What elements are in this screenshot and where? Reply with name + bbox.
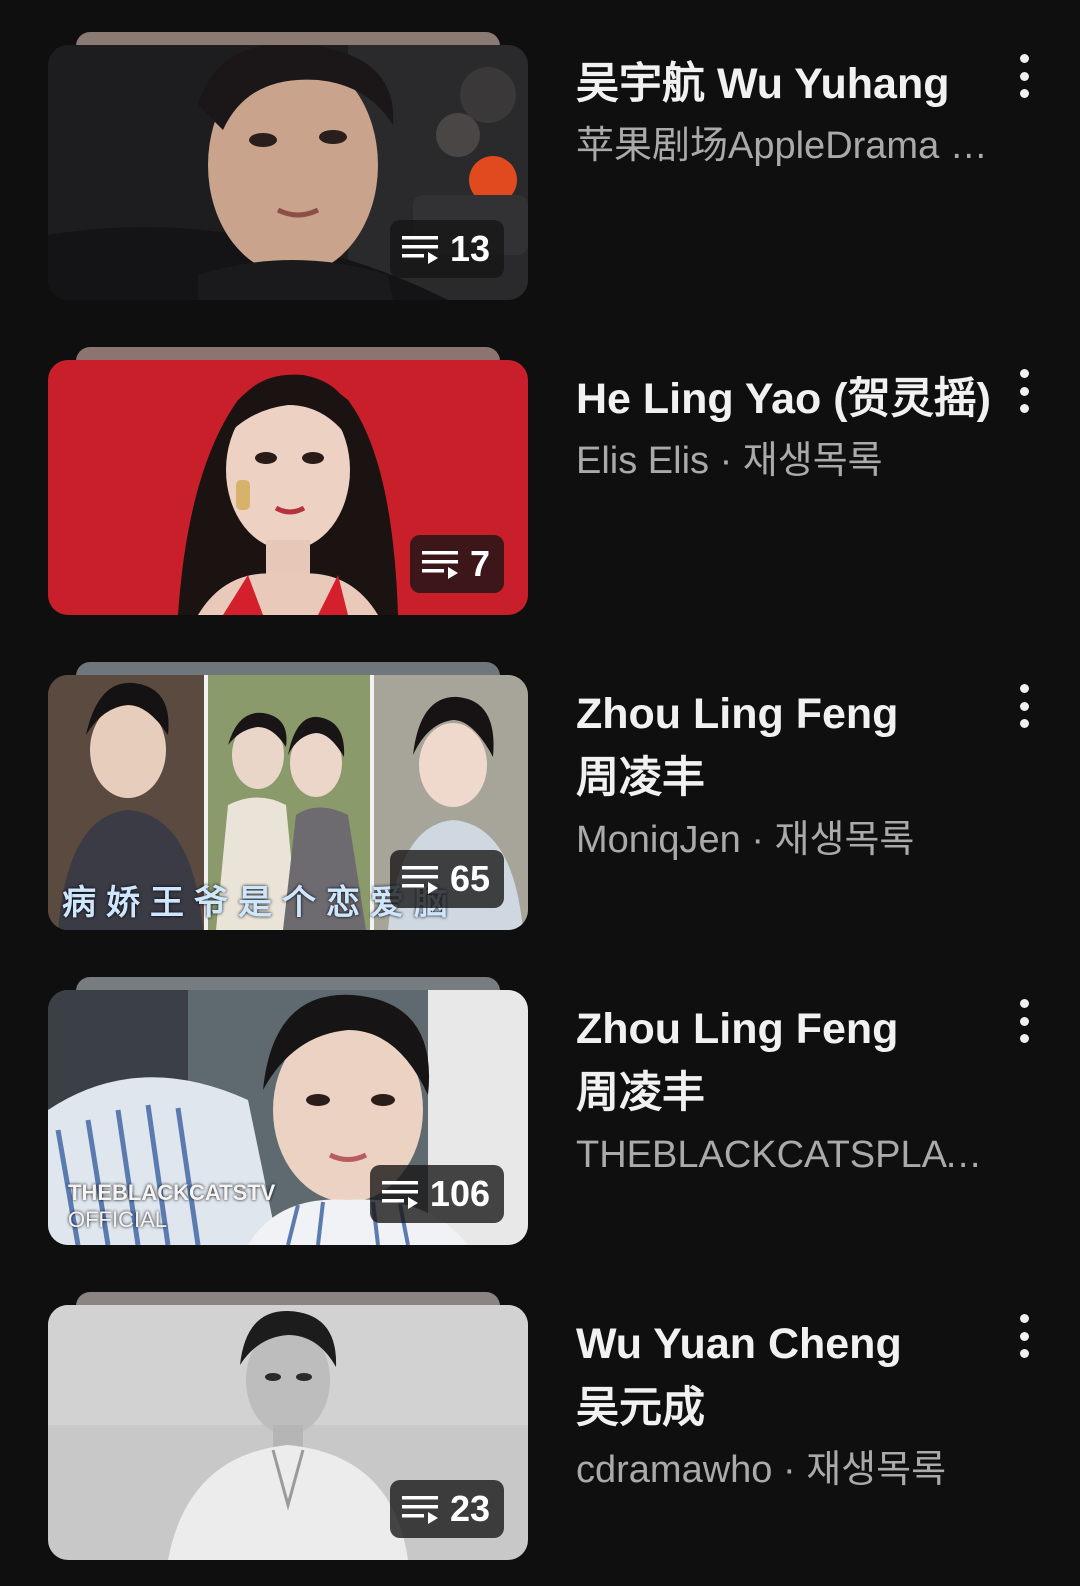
video-count-badge: 65 — [389, 850, 504, 908]
playlist-thumbnail[interactable]: 23 — [48, 1260, 528, 1560]
video-count-badge: 23 — [389, 1480, 504, 1538]
thumbnail-image[interactable]: THEBLACKCATSTV OFFICIAL 106 — [48, 990, 528, 1245]
playlist-item[interactable]: 13 吴宇航 Wu Yuhang 苹果剧场AppleDrama · 재생목록 — [0, 0, 1080, 300]
thumbnail-image[interactable]: 13 — [48, 45, 528, 300]
playlist-title-line: Wu Yuan Cheng — [576, 1320, 902, 1368]
playlist-info[interactable]: He Ling Yao (贺灵摇) Elis Elis · 재생목록 — [576, 367, 996, 491]
thumbnail-image[interactable]: 23 — [48, 1305, 528, 1560]
playlist-icon — [381, 1179, 420, 1209]
video-count: 65 — [449, 858, 490, 899]
playlist-item[interactable]: 23 Wu Yuan Cheng 吴元成 cdramawho · 재생목록 — [0, 1260, 1080, 1560]
playlist-title-line: 周凌丰 — [576, 1069, 705, 1117]
playlist-icon — [421, 549, 460, 579]
playlist-title-line: 吴元成 — [576, 1384, 705, 1432]
video-count-badge: 7 — [409, 535, 504, 593]
channel-name[interactable]: Elis Elis — [576, 440, 709, 482]
playlist-type-label: · 재생목록 — [949, 125, 996, 167]
playlist-icon — [401, 1494, 440, 1524]
channel-name[interactable]: 苹果剧场AppleDrama — [576, 125, 939, 167]
thumbnail-image[interactable]: 病娇王爷是个恋爱脑 65 — [48, 675, 528, 930]
thumbnail-image[interactable]: 7 — [48, 360, 528, 615]
playlist-title-line: He Ling Yao (贺灵摇) — [576, 375, 991, 423]
playlist-icon — [401, 864, 440, 894]
more-options-icon[interactable] — [1004, 999, 1044, 1043]
playlist-info[interactable]: 吴宇航 Wu Yuhang 苹果剧场AppleDrama · 재생목록 — [576, 52, 996, 176]
playlist-thumbnail[interactable]: 13 — [48, 0, 528, 300]
playlist-thumbnail[interactable]: 病娇王爷是个恋爱脑 65 — [48, 630, 528, 930]
more-options-icon[interactable] — [1004, 369, 1044, 413]
playlist-title-line: Zhou Ling Feng — [576, 690, 899, 738]
playlist-type-label: · 재생목록 — [709, 440, 883, 482]
channel-name[interactable]: cdramawho — [576, 1449, 772, 1491]
video-count-badge: 13 — [389, 220, 504, 278]
playlist-title[interactable]: Zhou Ling Feng 周凌丰 — [576, 997, 996, 1125]
video-count: 23 — [449, 1488, 490, 1529]
video-count: 13 — [449, 228, 490, 269]
playlist-thumbnail[interactable]: 7 — [48, 315, 528, 615]
playlist-type-label: · 재생목록 — [772, 1449, 947, 1491]
thumbnail-watermark: THEBLACKCATSTV — [68, 1180, 276, 1205]
playlist-meta: THEBLACKCATSPLAY... — [576, 1125, 996, 1185]
playlist-info[interactable]: Zhou Ling Feng 周凌丰 MoniqJen · 재생목록 — [576, 682, 996, 870]
playlist-info[interactable]: Zhou Ling Feng 周凌丰 THEBLACKCATSPLAY... — [576, 997, 996, 1185]
playlist-title-line: 吴宇航 Wu Yuhang — [576, 60, 950, 108]
playlist-title[interactable]: He Ling Yao (贺灵摇) — [576, 367, 996, 431]
playlist-title-line: Zhou Ling Feng — [576, 1005, 899, 1053]
playlist-item[interactable]: 7 He Ling Yao (贺灵摇) Elis Elis · 재생목록 — [0, 315, 1080, 615]
video-count: 7 — [469, 543, 490, 584]
playlist-meta: 苹果剧场AppleDrama · 재생목록 — [576, 116, 996, 176]
playlist-meta: cdramawho · 재생목록 — [576, 1440, 996, 1500]
more-options-icon[interactable] — [1004, 1314, 1044, 1358]
playlist-thumbnail[interactable]: THEBLACKCATSTV OFFICIAL 106 — [48, 945, 528, 1245]
channel-name[interactable]: THEBLACKCATSPLAY... — [576, 1134, 996, 1176]
playlist-type-label: · 재생목록 — [740, 819, 915, 861]
playlist-title-line: 周凌丰 — [576, 754, 705, 802]
playlist-title[interactable]: 吴宇航 Wu Yuhang — [576, 52, 996, 116]
playlist-item[interactable]: THEBLACKCATSTV OFFICIAL 106 Zhou Ling Fe… — [0, 945, 1080, 1245]
playlist-meta: MoniqJen · 재생목록 — [576, 810, 996, 870]
playlist-meta: Elis Elis · 재생목록 — [576, 431, 996, 491]
video-count: 106 — [429, 1173, 490, 1214]
more-options-icon[interactable] — [1004, 684, 1044, 728]
playlist-item[interactable]: 病娇王爷是个恋爱脑 65 Zhou Ling Feng 周凌丰 MoniqJen… — [0, 630, 1080, 930]
playlist-results-list: 13 吴宇航 Wu Yuhang 苹果剧场AppleDrama · 재생목록 — [0, 0, 1080, 1586]
channel-name[interactable]: MoniqJen — [576, 819, 741, 861]
more-options-icon[interactable] — [1004, 54, 1044, 98]
playlist-title[interactable]: Wu Yuan Cheng 吴元成 — [576, 1312, 996, 1440]
playlist-icon — [401, 234, 440, 264]
playlist-info[interactable]: Wu Yuan Cheng 吴元成 cdramawho · 재생목록 — [576, 1312, 996, 1500]
playlist-title[interactable]: Zhou Ling Feng 周凌丰 — [576, 682, 996, 810]
thumbnail-watermark-sub: OFFICIAL — [68, 1207, 168, 1232]
video-count-badge: 106 — [369, 1165, 504, 1223]
